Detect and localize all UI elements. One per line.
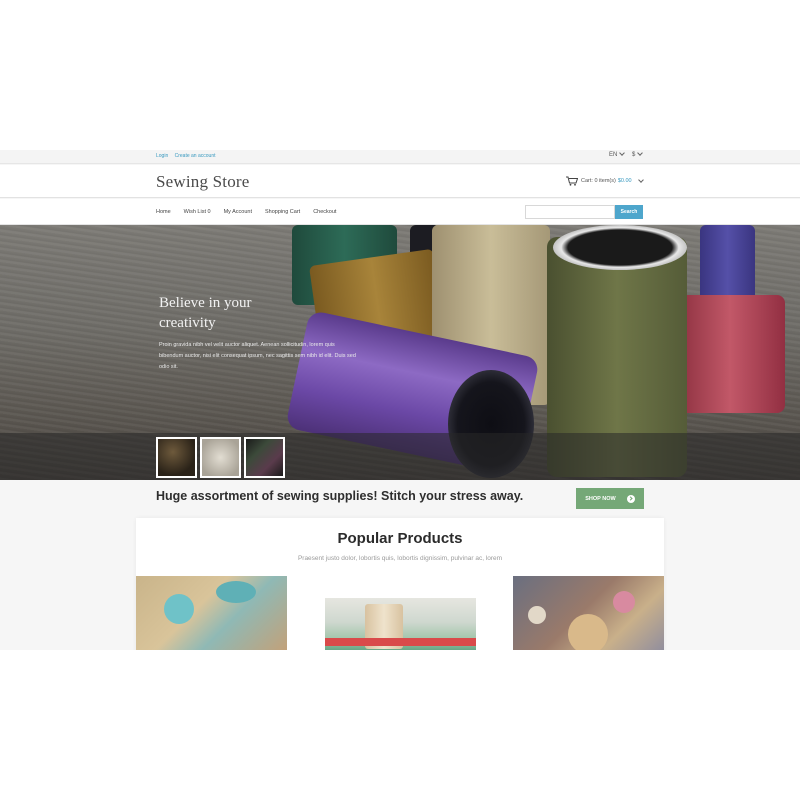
cart-label: Cart: 0 item(s) — [581, 178, 616, 184]
cart-icon — [566, 176, 578, 186]
nav-item-wish-list[interactable]: Wish List 0 — [184, 209, 211, 215]
promo-text: Huge assortment of sewing supplies! Stit… — [156, 489, 524, 503]
login-link[interactable]: Login — [156, 153, 168, 159]
popular-subtitle: Praesent justo dolor, lobortis quis, lob… — [297, 555, 503, 562]
hero-slider: Believe in your creativity Proin gravida… — [0, 225, 800, 480]
nav-items: Home Wish List 0 My Account Shopping Car… — [156, 209, 349, 215]
spool-red-image — [675, 295, 785, 413]
button-large-image — [568, 614, 608, 650]
spool-top-image — [553, 225, 687, 270]
account-links: Login Create an account — [156, 153, 220, 159]
slide-thumbnail-1[interactable] — [156, 437, 197, 478]
button-small-image — [528, 606, 546, 624]
cart-price: $0.00 — [617, 178, 632, 184]
chevron-down-icon — [637, 177, 644, 183]
product-image-1[interactable] — [136, 576, 287, 650]
promo-banner: Huge assortment of sewing supplies! Stit… — [0, 480, 800, 518]
nav-item-my-account[interactable]: My Account — [224, 209, 252, 215]
currency-selector[interactable]: $ — [632, 150, 644, 158]
store-logo[interactable]: Sewing Store — [156, 172, 250, 192]
create-account-link[interactable]: Create an account — [175, 153, 216, 159]
hero-text: Proin gravida nibh vel velit auctor aliq… — [159, 342, 356, 370]
slide-thumbnail-3[interactable] — [244, 437, 285, 478]
arrow-right-icon — [626, 494, 635, 503]
hero-title: Believe in your creativity — [159, 295, 252, 331]
chevron-down-icon — [637, 150, 644, 156]
chevron-down-icon — [619, 150, 626, 156]
nav-item-shopping-cart[interactable]: Shopping Cart — [265, 209, 300, 215]
fabric-strip-image — [325, 638, 476, 646]
nav-item-checkout[interactable]: Checkout — [313, 209, 336, 215]
search-button[interactable]: Search — [615, 205, 643, 219]
popular-products: Popular Products Praesent justo dolor, l… — [136, 518, 664, 650]
product-image-2[interactable] — [325, 598, 476, 650]
language-selector[interactable]: EN — [609, 150, 626, 158]
top-bar: Login Create an account EN $ — [0, 150, 800, 164]
language-value: EN — [609, 152, 618, 158]
currency-value: $ — [632, 152, 636, 158]
search-input[interactable] — [525, 205, 615, 219]
spool-blue-image — [700, 225, 755, 305]
button-pink-image — [613, 591, 635, 613]
main-nav: Home Wish List 0 My Account Shopping Car… — [0, 199, 800, 225]
nav-item-home[interactable]: Home — [156, 209, 171, 215]
cart-summary[interactable]: Cart: 0 item(s) $0.00 — [566, 176, 644, 186]
shop-now-button[interactable]: SHOP NOW — [576, 488, 644, 509]
flower-decoration-image — [164, 594, 194, 624]
store-page: Login Create an account EN $ Sewing Stor… — [0, 150, 800, 650]
popular-title: Popular Products — [337, 530, 463, 547]
product-image-3[interactable] — [513, 576, 664, 650]
slide-thumbnail-2[interactable] — [200, 437, 241, 478]
shop-now-label: SHOP NOW — [585, 495, 616, 502]
site-header: Sewing Store Cart: 0 item(s) $0.00 — [0, 165, 800, 198]
ribbon-decoration-image — [216, 581, 256, 603]
thumbnail-strip — [0, 433, 800, 480]
